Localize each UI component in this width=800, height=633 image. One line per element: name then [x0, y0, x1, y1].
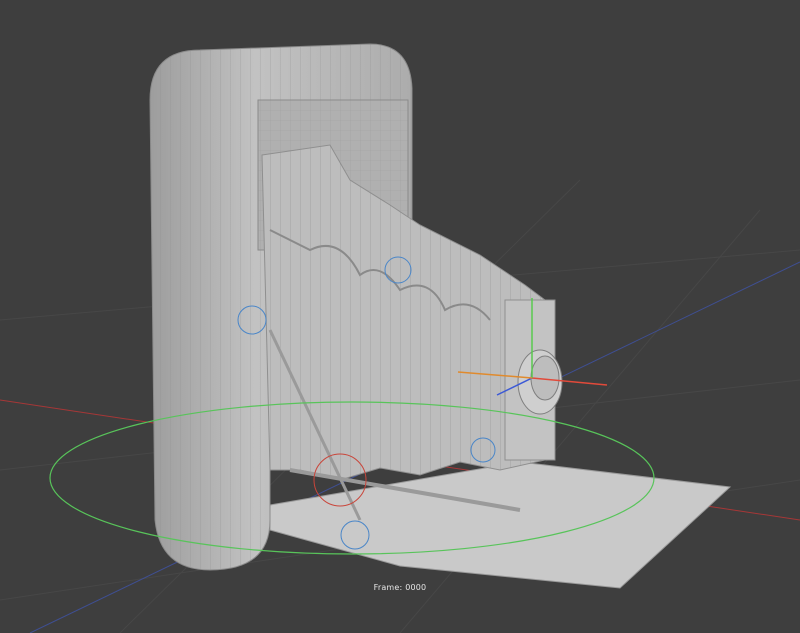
- camera-base-plate: [269, 461, 732, 589]
- frame-counter: Frame: 0000: [373, 583, 427, 592]
- 3d-viewport[interactable]: Frame: 0000: [0, 0, 800, 633]
- viewport-scene[interactable]: [0, 0, 800, 633]
